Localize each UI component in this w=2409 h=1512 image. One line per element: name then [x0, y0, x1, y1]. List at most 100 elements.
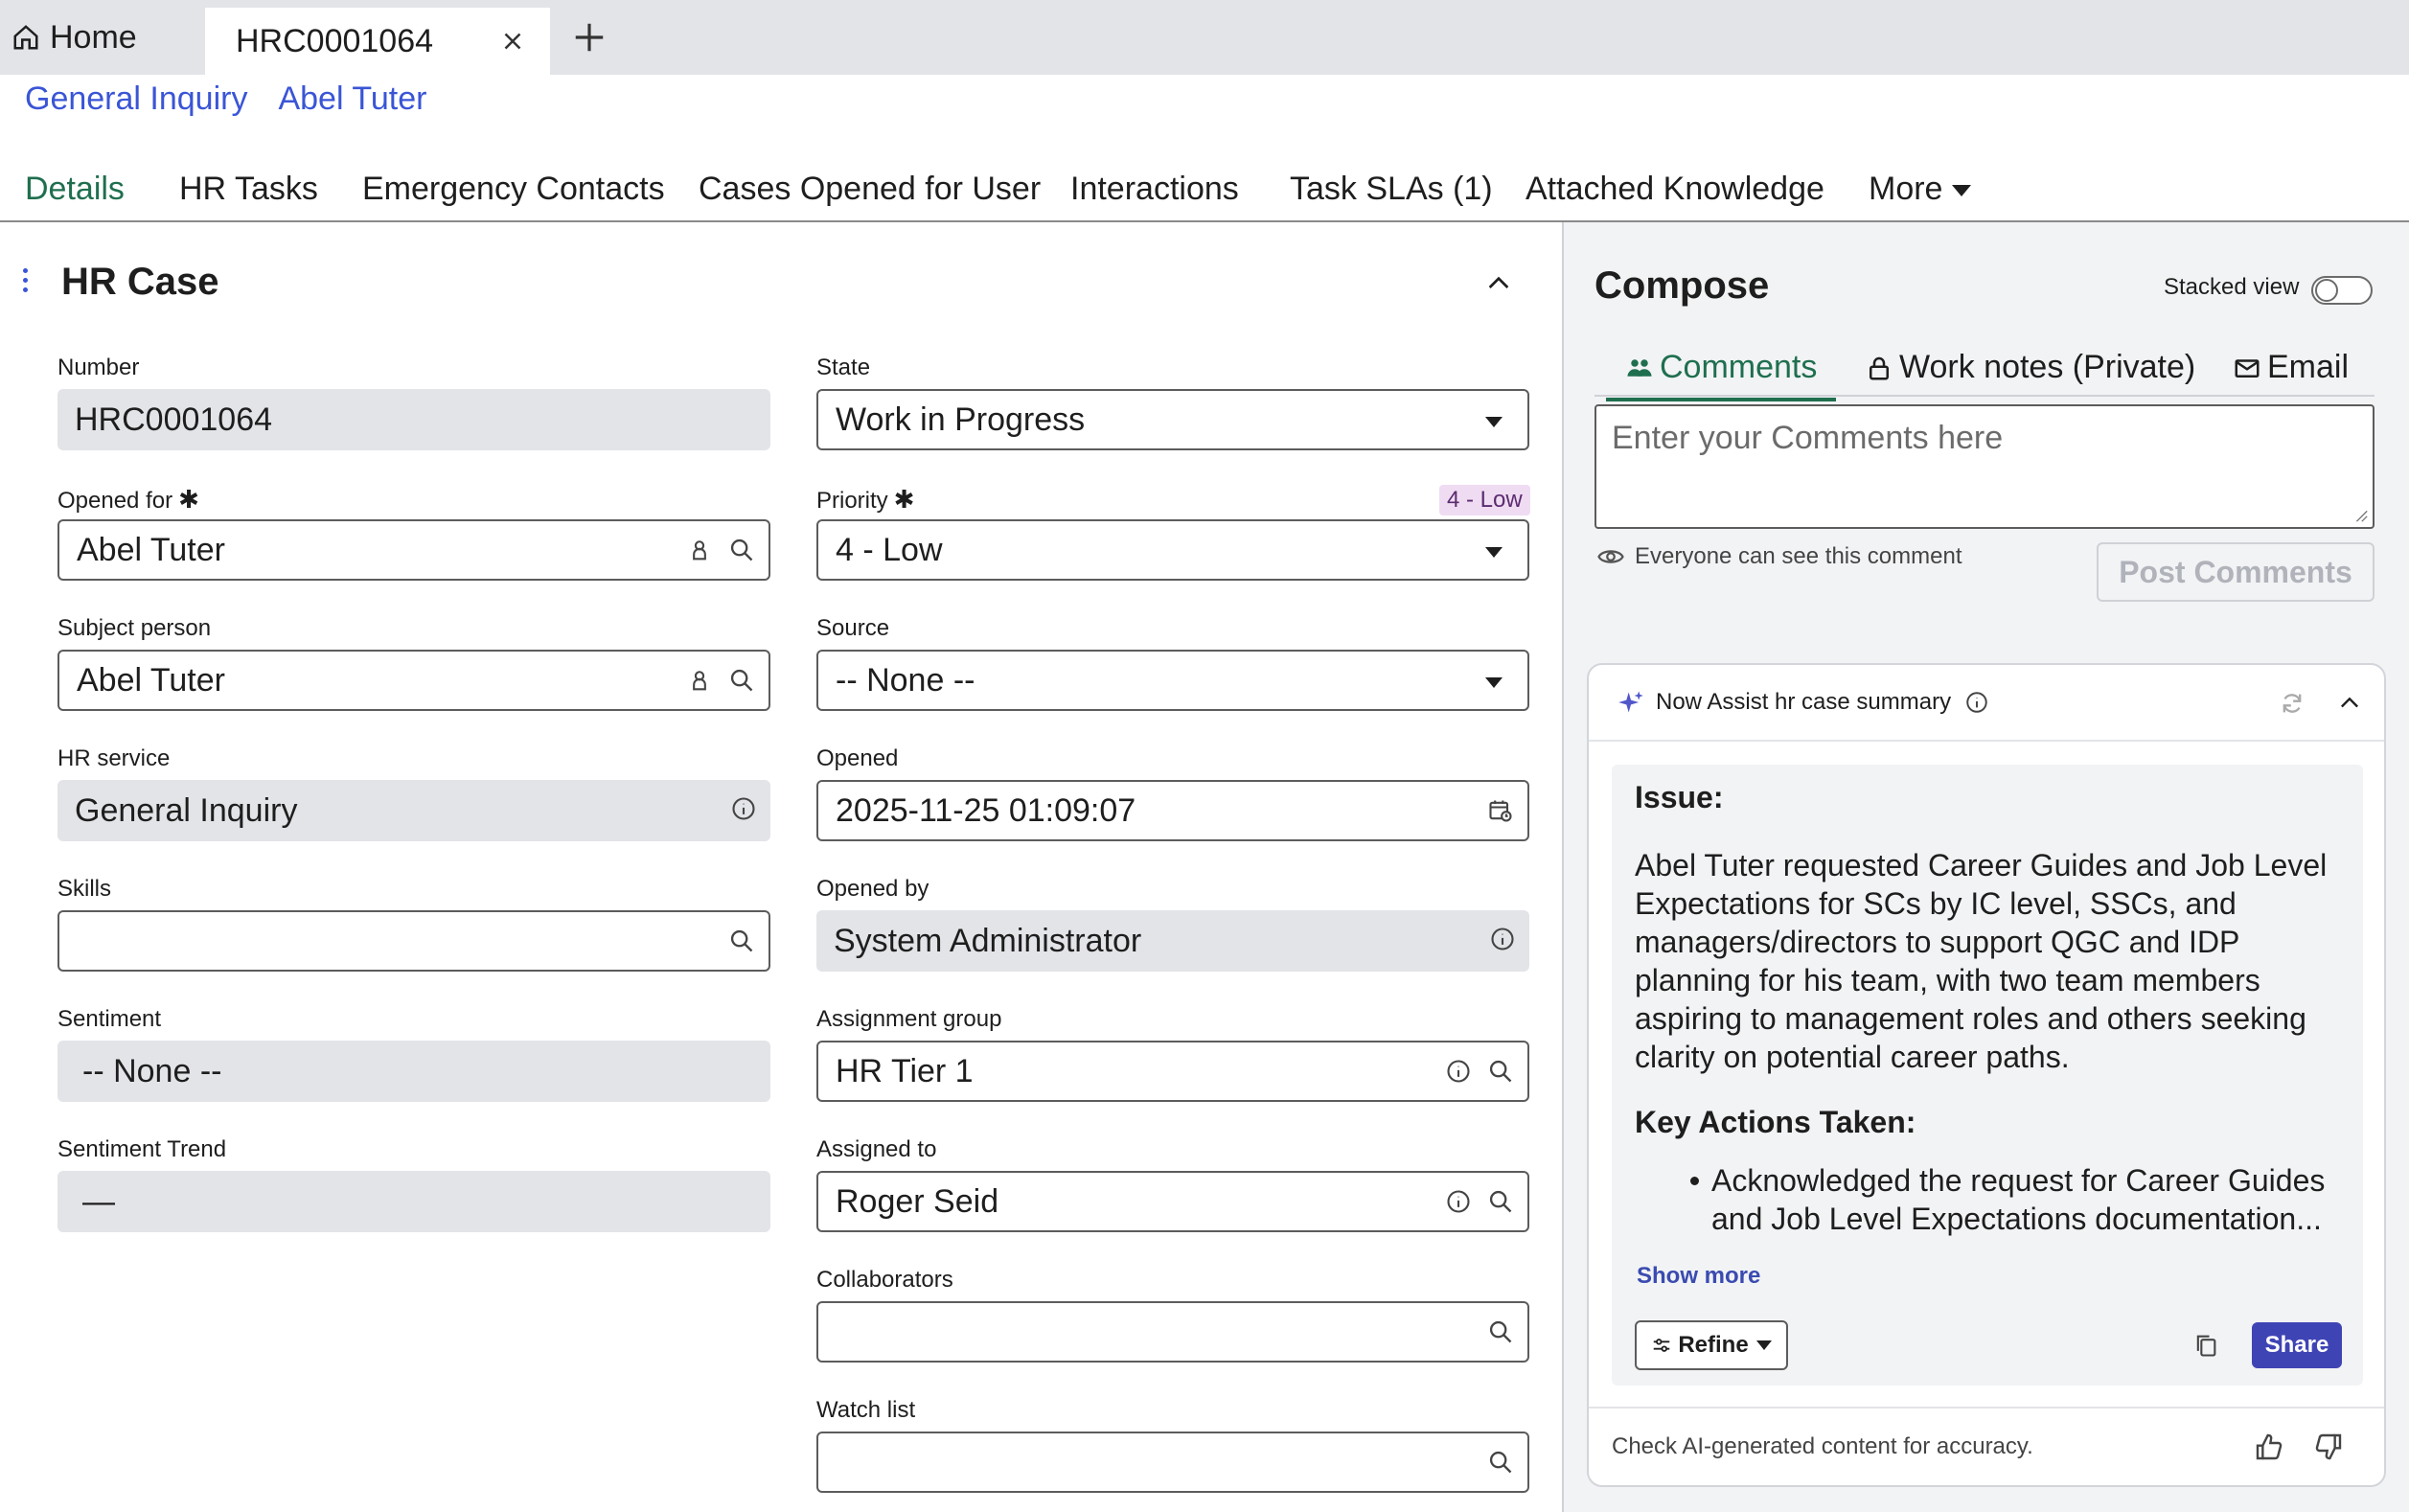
tab-more-label: More: [1869, 171, 1943, 207]
watch-list-field[interactable]: [816, 1432, 1529, 1493]
info-icon[interactable]: [1445, 1188, 1472, 1215]
tab-attached-knowledge[interactable]: Attached Knowledge: [1526, 171, 1824, 208]
assignment-group-field[interactable]: HR Tier 1: [816, 1041, 1529, 1102]
tab-case-record[interactable]: HRC0001064: [205, 8, 550, 75]
refresh-icon[interactable]: [2279, 690, 2306, 717]
number-label: Number: [57, 355, 140, 380]
sentiment-label: Sentiment: [57, 1006, 162, 1032]
show-more-link[interactable]: Show more: [1637, 1263, 1760, 1290]
visibility-note-text: Everyone can see this comment: [1635, 543, 1962, 569]
post-comments-button[interactable]: Post Comments: [2097, 542, 2375, 602]
tab-more[interactable]: More: [1869, 171, 1972, 208]
tab-hr-tasks[interactable]: HR Tasks: [179, 171, 318, 208]
opened-value: 2025-11-25 01:09:07: [836, 791, 1136, 829]
breadcrumb-hr-service[interactable]: General Inquiry: [25, 80, 247, 125]
sentiment-trend-value: —: [82, 1182, 115, 1220]
assignment-group-label: Assignment group: [816, 1006, 1002, 1032]
assigned-to-label: Assigned to: [816, 1136, 937, 1162]
hr-case-form: HR Case Number HRC0001064 Opened for ✱ Ab…: [0, 222, 1562, 1512]
toggle-knob: [2315, 279, 2338, 302]
tab-home-label: Home: [50, 18, 137, 56]
search-icon[interactable]: [1487, 1058, 1514, 1085]
chevron-up-icon[interactable]: [1483, 268, 1514, 299]
tab-case-label: HRC0001064: [236, 22, 434, 59]
number-value: HRC0001064: [75, 401, 273, 438]
user-icon[interactable]: [686, 667, 713, 694]
info-icon[interactable]: [1445, 1058, 1472, 1085]
breadcrumb-user[interactable]: Abel Tuter: [278, 80, 426, 125]
hr-service-value: General Inquiry: [75, 791, 298, 829]
state-label: State: [816, 355, 871, 380]
stacked-view-toggle[interactable]: [2311, 276, 2373, 305]
opened-field[interactable]: 2025-11-25 01:09:07: [816, 780, 1529, 841]
search-icon[interactable]: [1487, 1318, 1514, 1345]
opened-for-field[interactable]: Abel Tuter: [57, 519, 770, 581]
thumbs-down-icon[interactable]: [2313, 1432, 2344, 1462]
search-icon[interactable]: [728, 537, 755, 563]
skills-field[interactable]: [57, 910, 770, 972]
tab-work-notes[interactable]: Work notes (Private): [1865, 349, 2195, 386]
home-icon: [13, 25, 38, 50]
source-select[interactable]: -- None --: [816, 650, 1529, 711]
source-label: Source: [816, 615, 890, 641]
more-options-icon[interactable]: [21, 268, 31, 295]
new-tab-plus-icon[interactable]: [571, 19, 608, 56]
info-icon[interactable]: [1964, 690, 1989, 715]
lock-icon: [1870, 356, 1889, 379]
state-select[interactable]: Work in Progress: [816, 389, 1529, 450]
search-icon[interactable]: [1487, 1188, 1514, 1215]
copy-icon[interactable]: [2192, 1332, 2219, 1359]
priority-select[interactable]: 4 - Low: [816, 519, 1529, 581]
tab-email[interactable]: Email: [2233, 349, 2349, 386]
assigned-to-field[interactable]: Roger Seid: [816, 1171, 1529, 1232]
mail-icon: [2235, 358, 2260, 378]
state-value: Work in Progress: [836, 401, 1086, 438]
refine-label: Refine: [1678, 1332, 1749, 1358]
chevron-up-icon[interactable]: [2336, 690, 2363, 717]
collaborators-label: Collaborators: [816, 1267, 953, 1293]
sparkle-icon: [1618, 691, 1643, 713]
summary-content: Issue: Abel Tuter requested Career Guide…: [1612, 765, 2363, 1386]
opened-by-field: System Administrator: [816, 910, 1529, 972]
issue-heading: Issue:: [1635, 780, 1724, 814]
assignment-group-value: HR Tier 1: [836, 1052, 974, 1089]
tab-comments[interactable]: Comments: [1605, 349, 1837, 401]
tab-task-slas[interactable]: Task SLAs (1): [1290, 171, 1493, 208]
now-assist-header: Now Assist hr case summary: [1589, 665, 2384, 742]
user-icon[interactable]: [686, 537, 713, 563]
stacked-view-label: Stacked view: [2164, 274, 2300, 300]
refine-button[interactable]: Refine: [1635, 1320, 1788, 1370]
search-icon[interactable]: [1487, 1449, 1514, 1476]
tab-details[interactable]: Details: [0, 171, 149, 229]
compose-panel: Compose Stacked view Comments Work notes…: [1562, 222, 2409, 1512]
tab-emergency-contacts[interactable]: Emergency Contacts: [362, 171, 665, 208]
record-tabs: Details HR Tasks Emergency Contacts Case…: [0, 161, 2409, 229]
search-icon[interactable]: [728, 928, 755, 954]
hr-service-label: HR service: [57, 745, 171, 771]
info-icon[interactable]: [730, 795, 757, 822]
tab-comments-label: Comments: [1660, 349, 1818, 385]
chevron-down-icon: [1755, 1340, 1772, 1350]
collaborators-field[interactable]: [816, 1301, 1529, 1363]
sentiment-trend-label: Sentiment Trend: [57, 1136, 227, 1162]
ai-disclaimer-footer: Check AI-generated content for accuracy.: [1589, 1407, 2384, 1485]
share-button[interactable]: Share: [2252, 1322, 2342, 1368]
actions-heading: Key Actions Taken:: [1635, 1105, 1916, 1139]
close-icon[interactable]: [498, 27, 527, 56]
calendar-icon[interactable]: [1487, 797, 1514, 824]
comments-textarea[interactable]: Enter your Comments here: [1595, 404, 2375, 529]
now-assist-title: Now Assist hr case summary: [1656, 689, 1952, 715]
tab-interactions[interactable]: Interactions: [1070, 171, 1239, 208]
thumbs-up-icon[interactable]: [2254, 1432, 2284, 1462]
comments-placeholder: Enter your Comments here: [1612, 420, 2004, 456]
resize-handle-icon[interactable]: [2352, 506, 2369, 523]
hr-service-field: General Inquiry: [57, 780, 770, 841]
tab-cases-opened[interactable]: Cases Opened for User: [699, 171, 1041, 208]
users-icon: [1627, 358, 1652, 377]
chevron-down-icon: [1485, 677, 1503, 688]
tab-home[interactable]: Home: [0, 0, 203, 75]
priority-label: Priority ✱: [816, 485, 914, 515]
subject-person-field[interactable]: Abel Tuter: [57, 650, 770, 711]
search-icon[interactable]: [728, 667, 755, 694]
info-icon[interactable]: [1489, 926, 1516, 952]
